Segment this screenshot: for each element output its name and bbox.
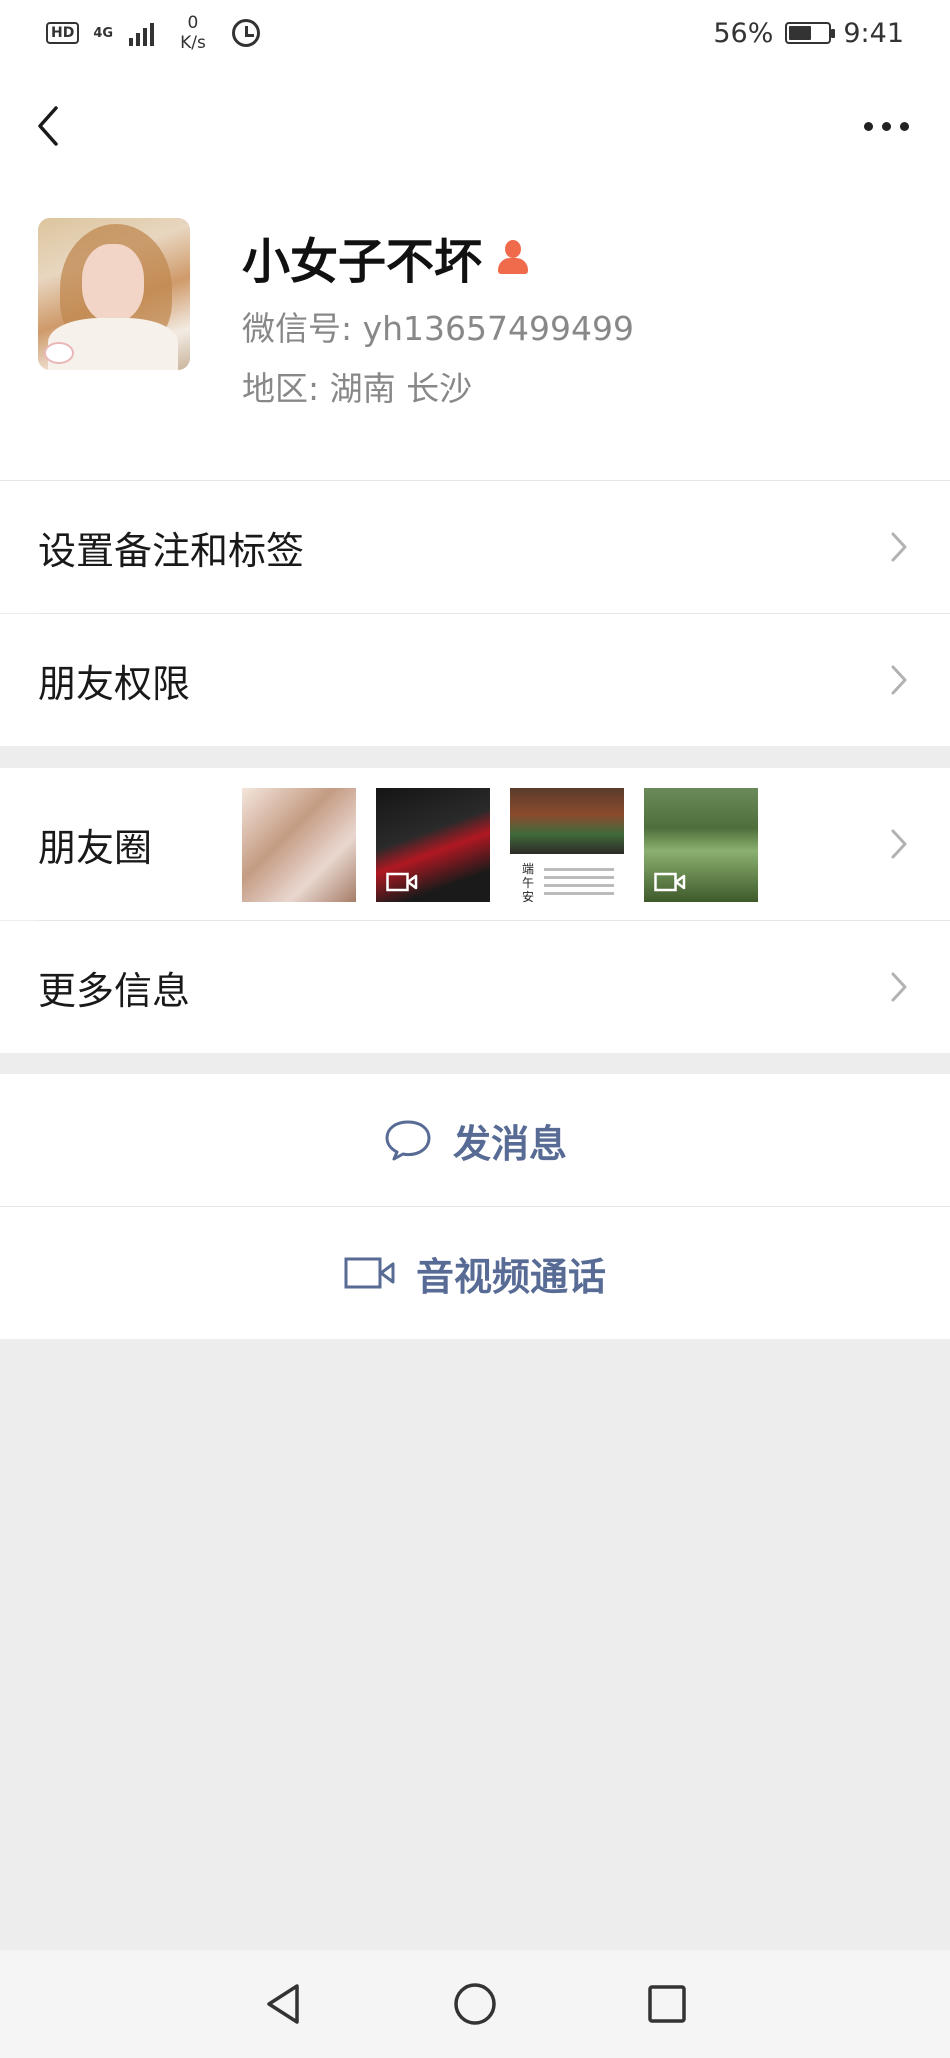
hd-indicator: HD <box>46 22 80 44</box>
alarm-icon <box>231 19 260 47</box>
system-navigation-bar <box>0 1950 950 2058</box>
moment-photo: 端午安 <box>510 788 624 902</box>
profile-name: 小女子不坏 <box>242 234 483 290</box>
send-message-label: 发消息 <box>452 1121 567 1166</box>
video-call-button[interactable]: 音视频通话 <box>0 1207 950 1339</box>
moments-row[interactable]: 朋友圈 端午安 <box>0 768 950 920</box>
moment-photo <box>242 788 356 902</box>
chevron-right-icon <box>891 665 907 695</box>
nav-back-icon[interactable] <box>263 1982 303 2026</box>
nav-recents-icon[interactable] <box>647 1984 687 2024</box>
chat-bubble-icon <box>385 1120 431 1161</box>
send-message-button[interactable]: 发消息 <box>0 1074 950 1206</box>
battery-icon <box>785 22 836 44</box>
video-camera-icon <box>344 1257 395 1289</box>
friend-permissions-row[interactable]: 朋友权限 <box>0 614 950 746</box>
network-type: 4G <box>93 25 114 41</box>
moment-video <box>376 788 490 902</box>
back-arrow-icon <box>38 106 58 146</box>
more-dots-icon <box>863 121 873 131</box>
moment-video <box>644 788 758 902</box>
chevron-right-icon <box>891 532 907 562</box>
moments-label: 朋友圈 <box>38 825 153 870</box>
video-icon <box>654 872 686 892</box>
remark-tags-row[interactable]: 设置备注和标签 <box>0 481 950 613</box>
moment-caption: 端午安 <box>522 862 535 902</box>
clock: 9:41 <box>843 17 904 49</box>
remark-tags-label: 设置备注和标签 <box>38 528 305 573</box>
sticker-icon <box>44 342 74 364</box>
more-options-button[interactable] <box>858 106 914 146</box>
chevron-right-icon <box>891 972 907 1002</box>
chevron-right-icon <box>891 829 907 859</box>
battery-percent: 56% <box>713 17 774 49</box>
back-button[interactable] <box>28 98 68 154</box>
avatar[interactable] <box>38 218 190 370</box>
video-icon <box>386 872 418 892</box>
signal-icon <box>129 20 155 46</box>
nav-home-icon[interactable] <box>453 1982 497 2026</box>
more-info-row[interactable]: 更多信息 <box>0 921 950 1053</box>
wechat-id: 微信号: yh13657499499 <box>242 309 635 348</box>
video-call-label: 音视频通话 <box>415 1254 606 1299</box>
moments-thumbnails: 端午安 <box>242 788 758 902</box>
region: 地区: 湖南 长沙 <box>242 369 473 408</box>
network-speed: 0 K/s <box>180 13 206 53</box>
more-info-label: 更多信息 <box>38 968 191 1013</box>
friend-permissions-label: 朋友权限 <box>38 661 191 706</box>
status-bar: HD 4G 0 K/s 56% 9:41 <box>0 0 950 66</box>
female-icon <box>494 238 532 276</box>
